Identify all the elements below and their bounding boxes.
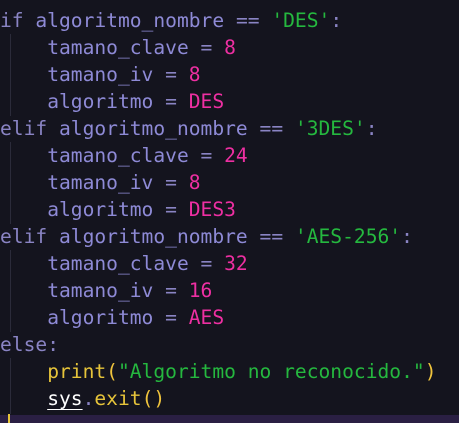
code-token: print — [47, 360, 107, 383]
code-token: () — [141, 387, 166, 410]
code-token: 'AES-256' — [294, 225, 402, 248]
code-token: algoritmo — [47, 306, 166, 329]
code-token: if — [0, 9, 36, 32]
code-line[interactable]: tamano_iv = 8 — [0, 169, 201, 196]
code-token: tamano_clave — [47, 36, 201, 59]
code-token: 8 — [188, 63, 201, 86]
code-token: algoritmo_nombre — [58, 117, 260, 140]
code-line[interactable]: tamano_iv = 16 — [0, 277, 212, 304]
code-token: : — [401, 225, 413, 248]
code-token: 'DES' — [271, 9, 331, 32]
code-line[interactable]: elif algoritmo_nombre == '3DES': — [0, 115, 378, 142]
code-token: = — [165, 279, 189, 302]
code-token: : — [330, 9, 343, 32]
code-line[interactable]: tamano_clave = 24 — [0, 142, 248, 169]
code-token: = — [200, 144, 225, 167]
code-token: 8 — [224, 36, 236, 59]
code-token: 24 — [224, 144, 248, 167]
code-line[interactable]: print("Algoritmo no reconocido.") — [0, 358, 436, 385]
code-token: tamano_iv — [47, 279, 166, 302]
code-line[interactable]: if algoritmo_nombre == 'DES': — [0, 7, 342, 34]
code-token: = — [165, 306, 189, 329]
code-token: tamano_iv — [47, 171, 166, 194]
code-token: tamano_clave — [47, 144, 201, 167]
code-line[interactable]: else: — [0, 331, 59, 358]
code-token: DES — [188, 90, 225, 113]
code-token: : — [47, 333, 59, 356]
code-token: algoritmo — [47, 198, 166, 221]
code-token: ( — [106, 360, 118, 383]
code-line[interactable]: algoritmo = DES3 — [0, 196, 236, 223]
code-token: = — [200, 252, 225, 275]
code-token: "Algoritmo no reconocido." — [117, 360, 425, 383]
code-token: == — [259, 225, 295, 248]
code-token: = — [200, 36, 225, 59]
code-token: = — [165, 63, 189, 86]
code-token: 8 — [188, 171, 201, 194]
code-token: . — [82, 387, 95, 410]
code-token: exit — [94, 387, 142, 410]
code-token: 32 — [224, 252, 248, 275]
code-token: = — [165, 171, 189, 194]
code-line[interactable]: algoritmo = DES — [0, 88, 224, 115]
code-editor[interactable]: if algoritmo_nombre == 'DES': tamano_cla… — [0, 0, 459, 423]
code-token: elif — [0, 117, 59, 140]
code-token: : — [365, 117, 378, 140]
code-token: = — [165, 90, 189, 113]
code-token: = — [165, 198, 189, 221]
code-line[interactable]: tamano_iv = 8 — [0, 61, 201, 88]
text-cursor — [8, 414, 10, 423]
code-token: ) — [424, 360, 437, 383]
code-line[interactable]: tamano_clave = 32 — [0, 250, 248, 277]
code-line[interactable]: sys.exit() — [0, 385, 165, 412]
code-token: tamano_iv — [47, 63, 166, 86]
code-token: algoritmo — [47, 90, 166, 113]
code-token: elif — [0, 225, 59, 248]
code-token: DES3 — [188, 198, 236, 221]
code-line[interactable]: algoritmo = AES — [0, 304, 224, 331]
code-token: == — [235, 9, 272, 32]
code-token: 16 — [188, 279, 213, 302]
code-token: else — [0, 333, 48, 356]
code-line[interactable]: tamano_clave = 8 — [0, 34, 236, 61]
code-token: == — [259, 117, 295, 140]
current-line-highlight — [0, 415, 459, 423]
code-token: algoritmo_nombre — [58, 225, 260, 248]
code-token: algoritmo_nombre — [35, 9, 236, 32]
code-token: '3DES' — [294, 117, 366, 140]
code-line[interactable]: elif algoritmo_nombre == 'AES-256': — [0, 223, 413, 250]
code-token: AES — [188, 306, 225, 329]
code-token: tamano_clave — [47, 252, 201, 275]
code-token: sys — [47, 387, 83, 410]
